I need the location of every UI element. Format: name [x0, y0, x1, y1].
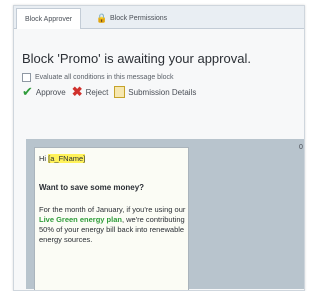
- submission-details-button[interactable]: Submission Details: [114, 86, 196, 98]
- reject-label: Reject: [85, 87, 109, 97]
- submission-details-label: Submission Details: [128, 87, 197, 97]
- page-title: Block 'Promo' is awaiting your approval.: [22, 51, 251, 66]
- body-part-1: For the month of January, if you're usin…: [39, 205, 186, 214]
- message-title: Want to save some money?: [39, 183, 145, 192]
- evaluate-conditions-label: Evaluate all conditions in this message …: [35, 74, 174, 81]
- approve-button[interactable]: ✔ Approve: [22, 84, 66, 99]
- message-body: For the month of January, if you're usin…: [39, 205, 187, 245]
- block-approver-window: Block Approver 🔒 Block Permissions Block…: [13, 5, 305, 291]
- action-row: ✔ Approve ✖ Reject Submission Details: [22, 84, 196, 99]
- live-green-link[interactable]: Live Green energy plan: [39, 215, 122, 224]
- tab-block-approver[interactable]: Block Approver: [16, 8, 82, 29]
- left-strip: [0, 0, 12, 290]
- evaluate-conditions-checkbox[interactable]: [22, 73, 31, 82]
- tab-label: Block Approver: [25, 15, 73, 23]
- checkmark-icon: ✔: [22, 84, 33, 99]
- greeting: Hi [a_FName]: [39, 154, 86, 163]
- content-area: Block 'Promo' is awaiting your approval.…: [14, 29, 304, 290]
- lock-icon: 🔒: [96, 13, 108, 23]
- document-icon: [114, 86, 126, 98]
- x-icon: ✖: [71, 84, 83, 99]
- tab-block-permissions[interactable]: 🔒 Block Permissions: [88, 8, 175, 28]
- reject-button[interactable]: ✖ Reject: [71, 84, 109, 99]
- fname-token: [a_FName]: [48, 154, 86, 163]
- evaluate-conditions-row[interactable]: Evaluate all conditions in this message …: [22, 73, 174, 82]
- message-preview: Hi [a_FName] Want to save some money? Fo…: [34, 147, 189, 290]
- tab-label: Block Permissions: [110, 14, 168, 22]
- greeting-text: Hi: [39, 154, 49, 163]
- approve-label: Approve: [35, 87, 66, 97]
- tab-bar: Block Approver 🔒 Block Permissions: [14, 6, 304, 29]
- right-edge-text: 0: [299, 144, 303, 151]
